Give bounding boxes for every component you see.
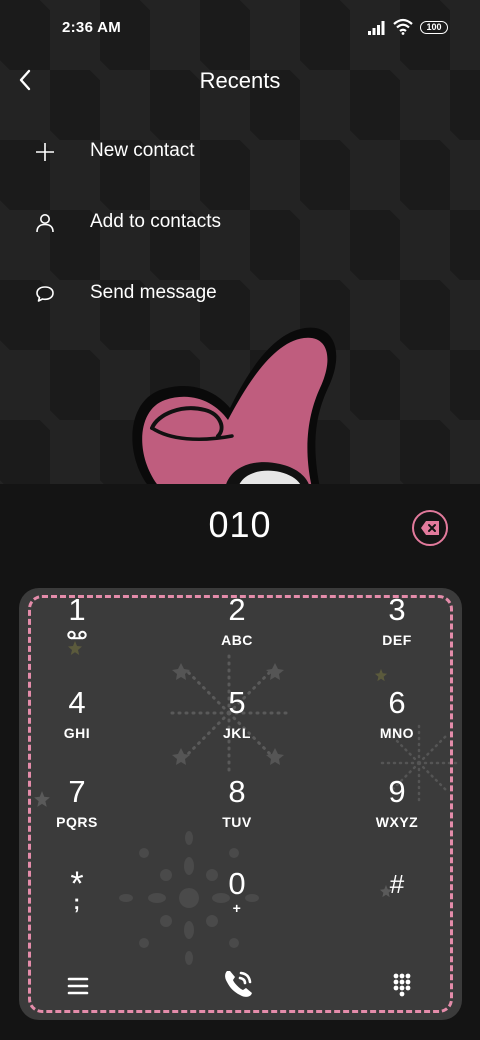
key-digit: 5	[228, 685, 246, 720]
recents-background: 2:36 AM 100 Recents New contact Add to c…	[0, 0, 480, 484]
key-3[interactable]: 3 DEF	[337, 594, 457, 674]
menu-item-new-contact[interactable]: New contact	[0, 124, 480, 180]
key-digit: 8	[228, 774, 246, 809]
key-0[interactable]: 0 +	[177, 868, 297, 948]
key-letters: MNO	[379, 725, 415, 741]
status-bar: 2:36 AM 100	[0, 0, 480, 56]
key-9[interactable]: 9 WXYZ	[337, 776, 457, 856]
battery-indicator: 100	[420, 21, 448, 34]
menu-item-add-to-contacts[interactable]: Add to contacts	[0, 195, 480, 251]
voicemail-icon	[67, 630, 87, 640]
key-5[interactable]: 5 JKL	[177, 687, 297, 767]
key-7[interactable]: 7 PQRS	[19, 776, 137, 856]
menu-item-send-message[interactable]: Send message	[0, 266, 480, 322]
key-star[interactable]: * ;	[19, 867, 137, 948]
key-letters: ;	[73, 892, 81, 914]
key-hash[interactable]: #	[337, 868, 457, 948]
dialer-panel: 010 1 2 ABC 3 DEF 4 GHI 5 JKL 6 MNO 7 PQ…	[0, 484, 480, 1040]
message-icon	[36, 286, 54, 302]
key-digit: 9	[388, 774, 406, 809]
menu-item-label: Add to contacts	[90, 211, 221, 232]
bunny-character-image	[132, 327, 337, 484]
signal-icon	[368, 21, 385, 35]
key-letters: GHI	[63, 725, 91, 741]
dialed-number: 010	[208, 504, 272, 545]
key-letters: +	[232, 900, 242, 916]
key-letters: WXYZ	[375, 814, 419, 830]
plus-icon	[36, 143, 54, 161]
key-digit: 3	[388, 592, 406, 627]
key-2[interactable]: 2 ABC	[177, 594, 297, 674]
key-8[interactable]: 8 TUV	[177, 776, 297, 856]
backspace-icon	[421, 521, 439, 535]
wifi-icon	[393, 18, 413, 35]
key-letters: ABC	[221, 632, 253, 648]
menu-item-label: New contact	[90, 140, 195, 161]
key-6[interactable]: 6 MNO	[337, 687, 457, 767]
key-letters: JKL	[223, 725, 251, 741]
page-title: Recents	[199, 68, 281, 93]
key-4[interactable]: 4 GHI	[19, 687, 137, 767]
key-digit: 4	[68, 685, 86, 720]
key-letters: DEF	[382, 632, 412, 648]
call-icon[interactable]	[218, 964, 258, 1004]
menu-icon[interactable]	[58, 966, 98, 1006]
key-letters: TUV	[222, 814, 252, 830]
key-1[interactable]: 1	[19, 594, 137, 674]
key-digit: #	[389, 869, 405, 899]
key-digit: 2	[228, 592, 246, 627]
header: Recents	[0, 56, 480, 108]
key-digit: 7	[68, 774, 86, 809]
person-icon	[36, 214, 54, 233]
keypad: 1 2 ABC 3 DEF 4 GHI 5 JKL 6 MNO 7 PQRS 8…	[19, 588, 462, 1020]
dialpad-icon[interactable]	[382, 966, 422, 1006]
key-digit: 1	[68, 592, 86, 627]
backspace-button[interactable]	[412, 510, 448, 546]
key-letters: PQRS	[56, 814, 98, 830]
status-time: 2:36 AM	[62, 19, 122, 36]
menu-item-label: Send message	[90, 282, 217, 303]
key-digit: 0	[228, 866, 246, 901]
key-digit: 6	[388, 685, 406, 720]
